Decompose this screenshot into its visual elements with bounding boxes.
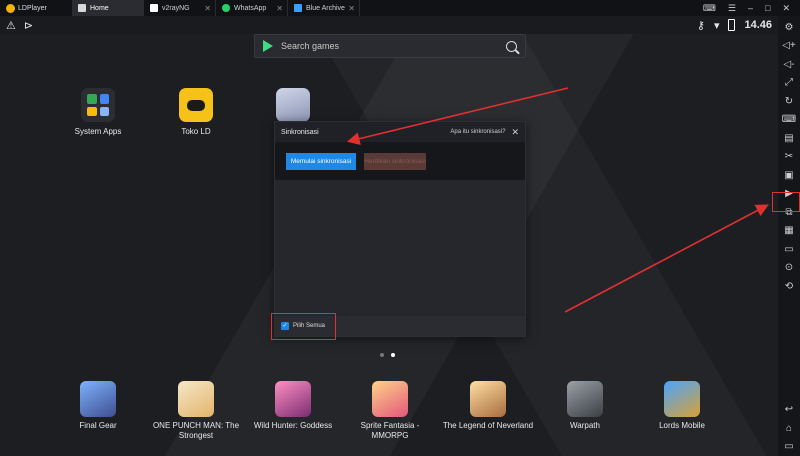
title-bar: LDPlayer Home v2rayNG ✕ WhatsApp ✕ Blue …	[0, 0, 800, 16]
tab-label: WhatsApp	[234, 4, 267, 12]
tab-label: Blue Archive	[306, 4, 345, 12]
game-label-line2: Strongest	[178, 430, 214, 440]
search-icon[interactable]	[506, 40, 517, 52]
tab-home[interactable]: Home	[72, 0, 144, 16]
search-bar[interactable]	[254, 34, 526, 58]
home-nav-icon[interactable]: ⌂	[778, 419, 800, 438]
play-store-notify-icon: ⊳	[23, 19, 34, 32]
settings-icon[interactable]: ⚙	[778, 18, 800, 37]
sync-dialog: Sinkronisasi Apa itu sinkronisasi? ✕ Mem…	[274, 121, 526, 337]
toko-ld-icon	[179, 88, 213, 122]
system-apps-icon	[81, 88, 115, 122]
search-input[interactable]	[281, 41, 498, 51]
ldplayer-logo-icon	[6, 3, 15, 13]
tab-v2rayng[interactable]: v2rayNG ✕	[144, 0, 216, 16]
gamepad-icon[interactable]: ⌨	[703, 3, 716, 14]
help-link[interactable]: Apa itu sinkronisasi?	[450, 129, 505, 135]
one-punch-man-icon	[178, 381, 214, 417]
game-wild-hunter[interactable]: Wild Hunter: Goddess	[245, 381, 341, 431]
app-toko-ld[interactable]: Toko LD	[168, 88, 224, 137]
close-icon[interactable]: ✕	[782, 3, 790, 14]
back-icon[interactable]: ↩	[778, 401, 800, 420]
annotation-box-sync-button	[772, 192, 800, 212]
folder-icon[interactable]: ▭	[778, 240, 800, 259]
dialog-title: Sinkronisasi	[281, 128, 319, 136]
home-icon	[78, 4, 86, 12]
game-label-line2: MMORPG	[371, 430, 409, 440]
apk-icon[interactable]: ▣	[778, 166, 800, 185]
stop-sync-button: Hentikan sinkronisasi	[364, 152, 426, 170]
game-label: Sprite Fantasia -	[360, 421, 420, 430]
menu-icon[interactable]: ☰	[728, 3, 736, 14]
keyboard-icon[interactable]: ⌨	[778, 111, 800, 130]
page-dot[interactable]	[380, 353, 384, 357]
app-logo: LDPlayer	[0, 3, 72, 13]
shake-icon[interactable]: ⟲	[778, 277, 800, 296]
blue-archive-icon	[294, 4, 302, 12]
volume-down-icon[interactable]: ◁-	[778, 55, 800, 74]
game-one-punch-man[interactable]: ONE PUNCH MAN: The Strongest	[146, 381, 246, 440]
window-controls: ⌨ ☰ – □ ✕	[703, 3, 800, 14]
dialog-header: Sinkronisasi Apa itu sinkronisasi? ✕	[275, 122, 525, 142]
tab-close-icon[interactable]: ✕	[276, 4, 283, 13]
whatsapp-icon	[222, 4, 230, 12]
sprite-fantasia-icon	[372, 381, 408, 417]
screenshot-icon[interactable]: ▤	[778, 129, 800, 148]
tab-blue-archive[interactable]: Blue Archive ✕	[288, 0, 360, 16]
tab-close-icon[interactable]: ✕	[348, 4, 355, 13]
annotation-box-select-all	[271, 313, 336, 340]
right-toolbar: ⚙ ◁+ ◁- ⤢ ↻ ⌨ ▤ ✂ ▣ ▶ ⧉ ▦ ▭ ⊙ ⟲ ↩ ⌂ ▭	[778, 16, 800, 456]
app-system-apps[interactable]: System Apps	[70, 88, 126, 137]
game-legend-of-neverland[interactable]: The Legend of Neverland	[436, 381, 540, 431]
game-label: ONE PUNCH MAN: The	[152, 421, 240, 430]
game-label: Final Gear	[79, 421, 117, 430]
game-sprite-fantasia[interactable]: Sprite Fantasia - MMORPG	[347, 381, 433, 440]
page-dot-active[interactable]	[391, 353, 395, 357]
page-indicator	[380, 353, 395, 357]
location-icon[interactable]: ⊙	[778, 259, 800, 278]
minimize-icon[interactable]: –	[748, 3, 753, 14]
warning-icon: ⚠	[6, 19, 16, 32]
maximize-icon[interactable]: □	[765, 3, 770, 14]
game-warpath[interactable]: Warpath	[556, 381, 614, 431]
blue-archive-app-icon	[276, 88, 310, 122]
legend-of-neverland-icon	[470, 381, 506, 417]
dialog-actions: Memulai sinkronisasi Hentikan sinkronisa…	[275, 142, 525, 180]
lords-mobile-icon	[664, 381, 700, 417]
app-label: Toko LD	[181, 127, 211, 136]
scissors-icon[interactable]: ✂	[778, 148, 800, 167]
app-name: LDPlayer	[18, 4, 47, 12]
multi-instance-icon[interactable]: ▦	[778, 222, 800, 241]
wifi-icon: ▾	[713, 19, 720, 32]
rotate-icon[interactable]: ↻	[778, 92, 800, 111]
final-gear-icon	[80, 381, 116, 417]
game-final-gear[interactable]: Final Gear	[68, 381, 128, 431]
tab-whatsapp[interactable]: WhatsApp ✕	[216, 0, 288, 16]
android-status-bar: ⚠ ⊳ ⚷ ▾ 14.46	[0, 16, 778, 34]
warpath-icon	[567, 381, 603, 417]
game-label: The Legend of Neverland	[442, 421, 534, 430]
instance-list	[275, 180, 525, 316]
battery-icon	[728, 19, 736, 31]
volume-up-icon[interactable]: ◁+	[778, 37, 800, 56]
dialog-close-icon[interactable]: ✕	[511, 127, 519, 138]
v2rayng-icon	[150, 4, 158, 12]
game-label: Wild Hunter: Goddess	[253, 421, 333, 430]
tab-label: Home	[90, 4, 109, 12]
app-label: System Apps	[74, 127, 122, 136]
game-label: Warpath	[570, 421, 600, 430]
fullscreen-icon[interactable]: ⤢	[778, 74, 800, 93]
game-label: Lords Mobile	[659, 421, 705, 430]
tab-close-icon[interactable]: ✕	[204, 4, 211, 13]
start-sync-button[interactable]: Memulai sinkronisasi	[286, 152, 356, 170]
vpn-key-icon: ⚷	[696, 19, 705, 32]
google-play-icon	[263, 40, 273, 52]
tab-label: v2rayNG	[162, 4, 190, 12]
wild-hunter-icon	[275, 381, 311, 417]
recent-apps-icon[interactable]: ▭	[778, 438, 800, 456]
game-lords-mobile[interactable]: Lords Mobile	[650, 381, 714, 431]
clock: 14.46	[744, 19, 772, 31]
